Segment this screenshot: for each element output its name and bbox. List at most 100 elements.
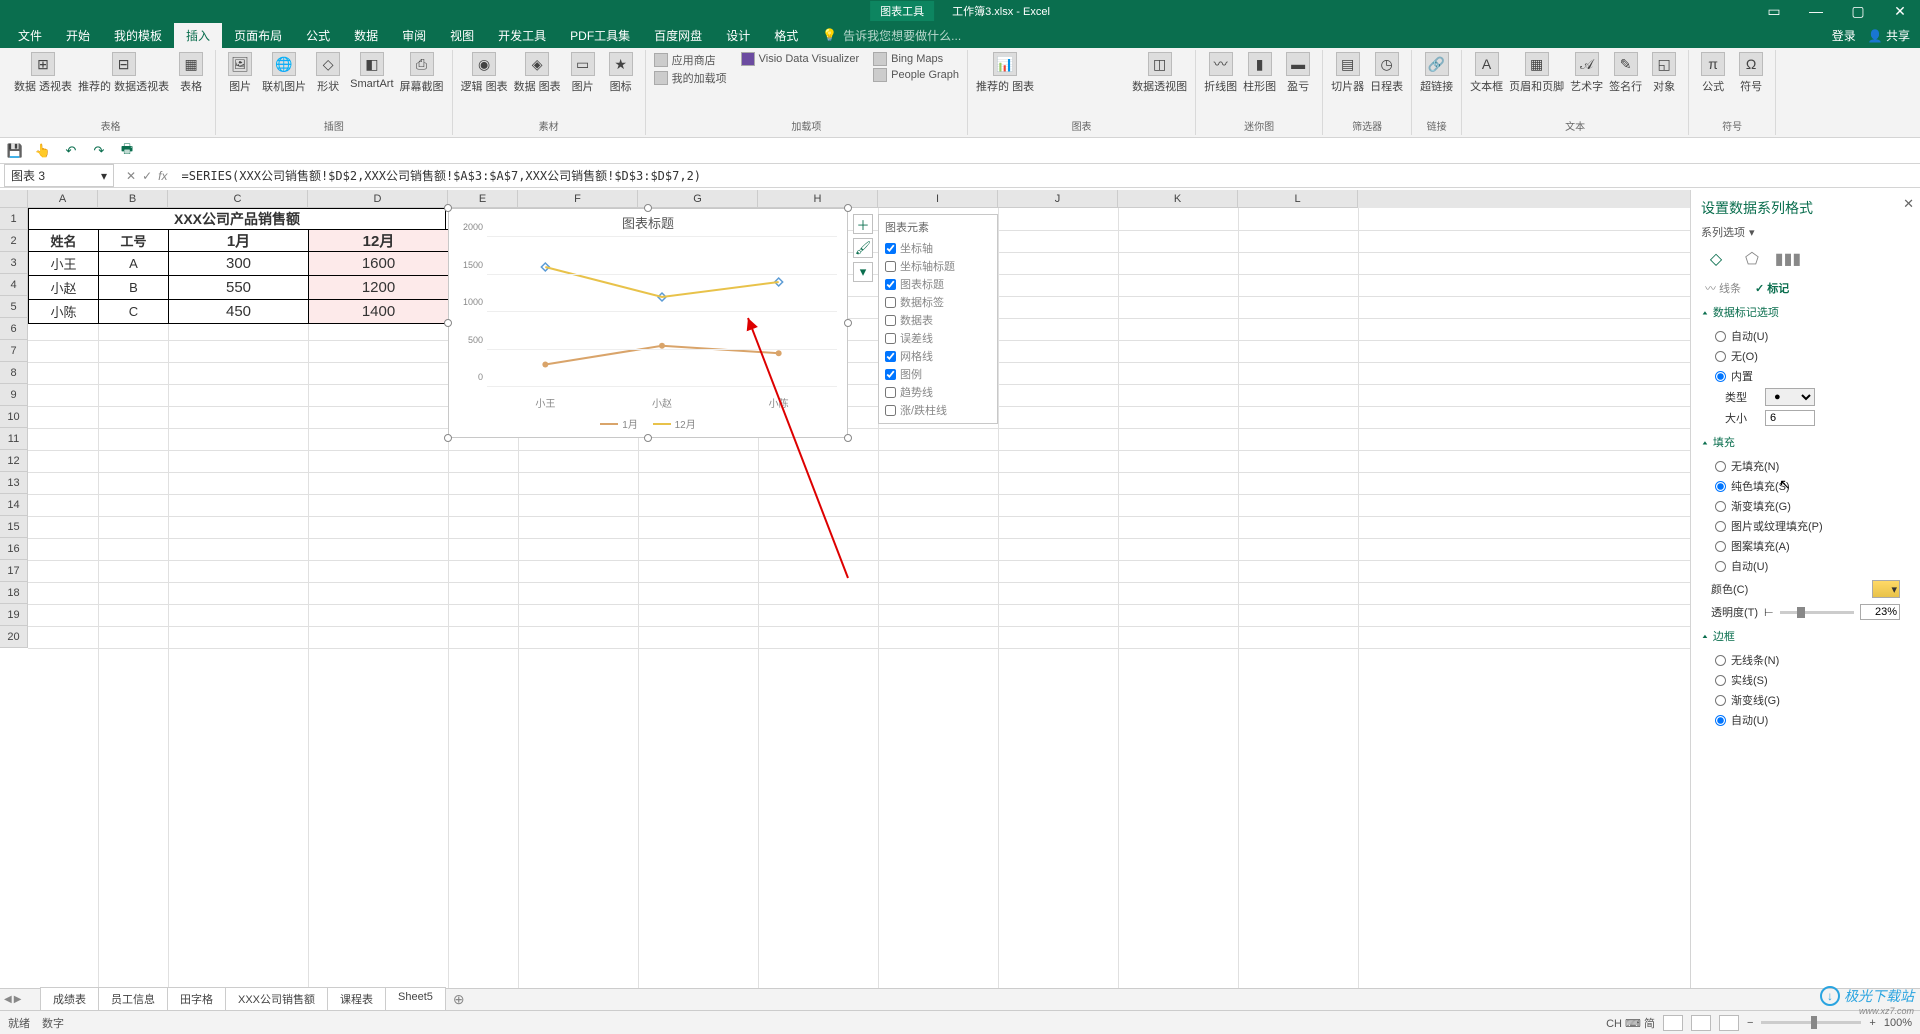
row-header[interactable]: 14 <box>0 494 28 516</box>
resize-handle[interactable] <box>844 434 852 442</box>
marker-none-radio[interactable] <box>1715 351 1726 362</box>
page-layout-view-icon[interactable] <box>1691 1015 1711 1031</box>
row-header[interactable]: 8 <box>0 362 28 384</box>
row-header[interactable]: 1 <box>0 208 28 230</box>
chart-element-checkbox[interactable]: 趋势线 <box>885 383 991 401</box>
resize-handle[interactable] <box>844 204 852 212</box>
textbox-button[interactable]: A文本框 <box>1470 52 1503 94</box>
sparkline-column-button[interactable]: ▮柱形图 <box>1243 52 1276 94</box>
marker-type-select[interactable]: ● <box>1765 388 1815 406</box>
zoom-slider[interactable] <box>1761 1021 1861 1024</box>
border-section[interactable]: 边框 <box>1701 628 1910 644</box>
chart-type-icon[interactable] <box>1062 58 1080 72</box>
chart-type-icon[interactable] <box>1040 74 1058 88</box>
add-sheet-button[interactable]: ⊕ <box>445 991 473 1008</box>
smartart-button[interactable]: ◧SmartArt <box>350 52 393 90</box>
column-header[interactable]: B <box>98 190 168 208</box>
status-lang[interactable]: CH ⌨ 简 <box>1606 1015 1655 1031</box>
store-button[interactable]: 应用商店 <box>654 52 727 68</box>
marker-auto-radio[interactable] <box>1715 331 1726 342</box>
chart-object[interactable]: 图表标题 0500100015002000 小王小赵小陈 1月 12月 <box>448 208 848 438</box>
logic-chart-button[interactable]: ◉逻辑 图表 <box>461 52 508 94</box>
tab-developer[interactable]: 开发工具 <box>486 23 558 48</box>
row-header[interactable]: 12 <box>0 450 28 472</box>
tab-formulas[interactable]: 公式 <box>294 23 342 48</box>
chart-element-checkbox[interactable]: 数据表 <box>885 311 991 329</box>
sheet-nav-prev-icon[interactable]: ◀ <box>4 994 12 1005</box>
resize-handle[interactable] <box>644 434 652 442</box>
fill-section[interactable]: 填充 <box>1701 434 1910 450</box>
zoom-level[interactable]: 100% <box>1884 1017 1912 1029</box>
select-all-corner[interactable] <box>0 190 28 208</box>
save-icon[interactable]: 💾 <box>6 142 24 160</box>
worksheet[interactable]: ABCDEFGHIJKL 123456789101112131415161718… <box>0 190 1690 1010</box>
tab-file[interactable]: 文件 <box>6 23 54 48</box>
people-graph-button[interactable]: People Graph <box>873 68 959 82</box>
row-header[interactable]: 17 <box>0 560 28 582</box>
row-header[interactable]: 4 <box>0 274 28 296</box>
ribbon-display-icon[interactable]: ▭ <box>1760 3 1788 20</box>
tab-data[interactable]: 数据 <box>342 23 390 48</box>
line-tab[interactable]: 〰线条 <box>1705 280 1741 296</box>
chart-element-checkbox[interactable]: 图例 <box>885 365 991 383</box>
sheet-nav-next-icon[interactable]: ▶ <box>14 994 22 1005</box>
marker-tab[interactable]: ✓标记 <box>1755 280 1789 296</box>
tab-review[interactable]: 审阅 <box>390 23 438 48</box>
pivottable-button[interactable]: ⊞数据 透视表 <box>14 52 72 94</box>
chart-plot-area[interactable] <box>487 237 837 387</box>
touch-mode-icon[interactable]: 👆 <box>34 142 52 160</box>
row-header[interactable]: 15 <box>0 516 28 538</box>
resize-handle[interactable] <box>444 204 452 212</box>
row-header[interactable]: 6 <box>0 318 28 340</box>
row-header[interactable]: 10 <box>0 406 28 428</box>
tab-pdf[interactable]: PDF工具集 <box>558 23 642 48</box>
hyperlink-button[interactable]: 🔗超链接 <box>1420 52 1453 94</box>
equation-button[interactable]: π公式 <box>1697 52 1729 94</box>
column-header[interactable]: C <box>168 190 308 208</box>
chart-element-checkbox[interactable]: 网格线 <box>885 347 991 365</box>
fill-auto-radio[interactable] <box>1715 561 1726 572</box>
bing-maps-button[interactable]: Bing Maps <box>873 52 959 66</box>
color-picker-button[interactable]: ▾ <box>1872 580 1900 598</box>
maximize-icon[interactable]: ▢ <box>1844 3 1872 20</box>
column-header[interactable]: K <box>1118 190 1238 208</box>
border-auto-radio[interactable] <box>1715 715 1726 726</box>
resize-handle[interactable] <box>844 319 852 327</box>
border-solid-radio[interactable] <box>1715 675 1726 686</box>
recommended-pivot-button[interactable]: ⊟推荐的 数据透视表 <box>78 52 169 94</box>
marker-size-input[interactable] <box>1765 410 1815 426</box>
recommended-charts-button[interactable]: 📊推荐的 图表 <box>976 52 1034 94</box>
row-header[interactable]: 20 <box>0 626 28 648</box>
chart-type-icon[interactable] <box>1106 74 1124 88</box>
print-icon[interactable]: 🖶 <box>118 142 136 160</box>
normal-view-icon[interactable] <box>1663 1015 1683 1031</box>
chart-styles-button[interactable]: 🖌 <box>853 238 873 258</box>
row-header[interactable]: 16 <box>0 538 28 560</box>
column-header[interactable]: I <box>878 190 998 208</box>
formula-input[interactable]: =SERIES(XXX公司销售额!$D$2,XXX公司销售额!$A$3:$A$7… <box>175 165 1920 186</box>
tab-insert[interactable]: 插入 <box>174 23 222 48</box>
sigline-button[interactable]: ✎签名行 <box>1609 52 1642 94</box>
fill-gradient-radio[interactable] <box>1715 501 1726 512</box>
row-header[interactable]: 3 <box>0 252 28 274</box>
sheet-tab[interactable]: 课程表 <box>327 987 386 1012</box>
tab-design[interactable]: 设计 <box>714 23 762 48</box>
series-options-dropdown[interactable]: 系列选项 ▾ <box>1701 224 1910 240</box>
chevron-down-icon[interactable]: ▾ <box>101 169 107 183</box>
tab-pagelayout[interactable]: 页面布局 <box>222 23 294 48</box>
column-header[interactable]: L <box>1238 190 1358 208</box>
sheet-tab[interactable]: 成绩表 <box>40 987 99 1012</box>
material-pic-button[interactable]: ▭图片 <box>567 52 599 94</box>
tab-templates[interactable]: 我的模板 <box>102 23 174 48</box>
sheet-tab[interactable]: XXX公司销售额 <box>225 987 328 1012</box>
chart-type-icon[interactable] <box>1106 58 1124 72</box>
chart-type-icon[interactable] <box>1084 74 1102 88</box>
column-header[interactable]: H <box>758 190 878 208</box>
resize-handle[interactable] <box>644 204 652 212</box>
shapes-button[interactable]: ◇形状 <box>312 52 344 94</box>
fill-line-tab-icon[interactable]: ◇ <box>1705 248 1727 270</box>
screenshot-button[interactable]: ⎙屏幕截图 <box>400 52 444 94</box>
pivotchart-button[interactable]: ◫数据透视图 <box>1132 52 1187 94</box>
chart-element-checkbox[interactable]: 坐标轴 <box>885 239 991 257</box>
table-button[interactable]: ▦表格 <box>175 52 207 94</box>
